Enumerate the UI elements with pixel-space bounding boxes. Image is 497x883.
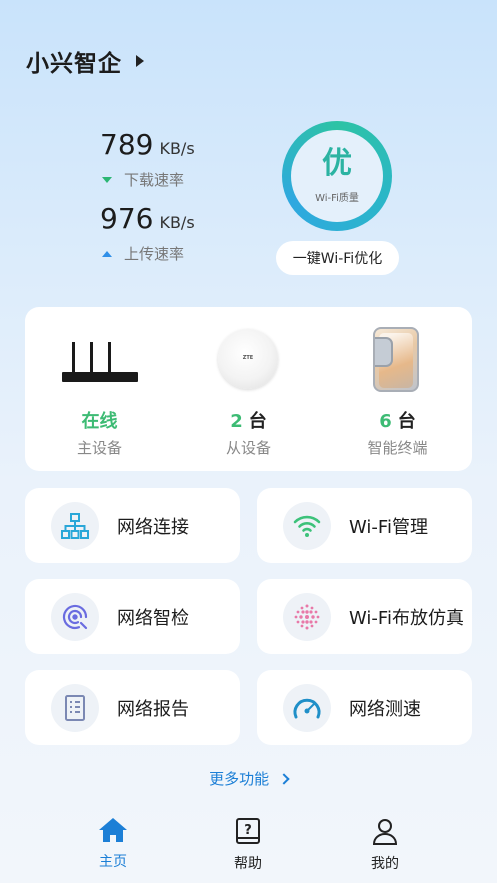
tile-speed-test[interactable]: 网络测速 — [257, 670, 472, 745]
tile-label: Wi-Fi布放仿真 — [349, 607, 464, 629]
network-inspect-icon — [51, 592, 99, 641]
upload-label: 上传速率 — [124, 245, 185, 263]
tile-wifi-management[interactable]: Wi-Fi管理 — [257, 488, 472, 563]
arrow-up-icon — [102, 250, 112, 257]
org-title: 小兴智企 — [26, 51, 122, 77]
tile-wifi-simulation[interactable]: Wi-Fi布放仿真 — [257, 579, 472, 654]
main-device-status: 在线 — [81, 411, 118, 432]
nav-help-label: 帮助 — [234, 856, 262, 872]
sub-device-unit: 台 — [248, 411, 267, 432]
phone-icon — [373, 327, 419, 392]
wifi-simulation-icon — [283, 592, 331, 641]
user-icon — [372, 819, 398, 845]
network-topology-icon — [51, 501, 99, 550]
nav-mine[interactable]: 我的 — [335, 817, 435, 873]
speedometer-icon — [283, 683, 331, 732]
tile-network-inspect[interactable]: 网络智检 — [25, 579, 240, 654]
sub-device-count-row: 2台 — [174, 407, 323, 433]
main-device-label: 主设备 — [76, 439, 122, 457]
caret-right-icon — [136, 55, 144, 67]
terminals-count-row: 6台 — [323, 407, 472, 433]
svg-text:?: ? — [244, 823, 252, 838]
sub-device-count: 2 — [230, 411, 243, 432]
upload-label-row: 上传速率 — [102, 243, 184, 264]
home-icon — [99, 818, 127, 842]
tile-network-connection[interactable]: 网络连接 — [25, 488, 240, 563]
download-label: 下载速率 — [124, 171, 185, 189]
header[interactable]: 小兴智企 — [26, 44, 144, 78]
terminals-count: 6 — [379, 411, 392, 432]
device-card: 在线 主设备 ZTE 2台 从设备 6台 智能终端 — [25, 307, 472, 471]
wifi-quality-ring[interactable]: 优 Wi-Fi质量 — [282, 121, 392, 231]
wifi-icon — [283, 501, 331, 550]
tile-label: 网络连接 — [117, 516, 189, 538]
upload-speed-value: 976 — [100, 202, 154, 235]
help-book-icon: ? — [236, 818, 260, 844]
smart-terminals[interactable]: 6台 智能终端 — [323, 307, 472, 471]
terminals-label: 智能终端 — [367, 439, 428, 457]
download-label-row: 下载速率 — [102, 169, 184, 190]
upload-speed: 976 KB/s — [100, 202, 195, 235]
tile-label: 网络测速 — [349, 698, 421, 720]
router-icon — [62, 342, 138, 382]
tile-label: Wi-Fi管理 — [349, 516, 428, 538]
report-icon — [51, 683, 99, 732]
arrow-down-icon — [102, 176, 112, 183]
tile-label: 网络智检 — [117, 607, 189, 629]
nav-mine-label: 我的 — [371, 856, 399, 872]
download-speed: 789 KB/s — [100, 128, 195, 161]
more-functions-label: 更多功能 — [209, 770, 270, 788]
zte-logo: ZTE — [242, 355, 254, 361]
sub-device-icon: ZTE — [218, 329, 278, 389]
wifi-quality-grade: 优 — [322, 145, 352, 181]
nav-help[interactable]: ? 帮助 — [198, 817, 298, 873]
nav-home[interactable]: 主页 — [63, 817, 163, 871]
sub-device[interactable]: ZTE 2台 从设备 — [174, 307, 323, 471]
wifi-quality-inner: 优 Wi-Fi质量 — [291, 130, 383, 222]
main-device[interactable]: 在线 主设备 — [25, 307, 174, 471]
nav-home-label: 主页 — [99, 854, 127, 870]
download-speed-unit: KB/s — [159, 139, 195, 158]
upload-speed-unit: KB/s — [159, 213, 195, 232]
tile-network-report[interactable]: 网络报告 — [25, 670, 240, 745]
wifi-optimize-button[interactable]: 一键Wi-Fi优化 — [276, 241, 399, 275]
download-speed-value: 789 — [100, 128, 154, 161]
terminals-unit: 台 — [397, 411, 416, 432]
sub-device-label: 从设备 — [225, 439, 271, 457]
chevron-right-icon — [278, 773, 290, 785]
wifi-quality-label: Wi-Fi质量 — [315, 192, 359, 204]
tile-label: 网络报告 — [117, 698, 189, 720]
more-functions-link[interactable]: 更多功能 — [0, 768, 497, 789]
